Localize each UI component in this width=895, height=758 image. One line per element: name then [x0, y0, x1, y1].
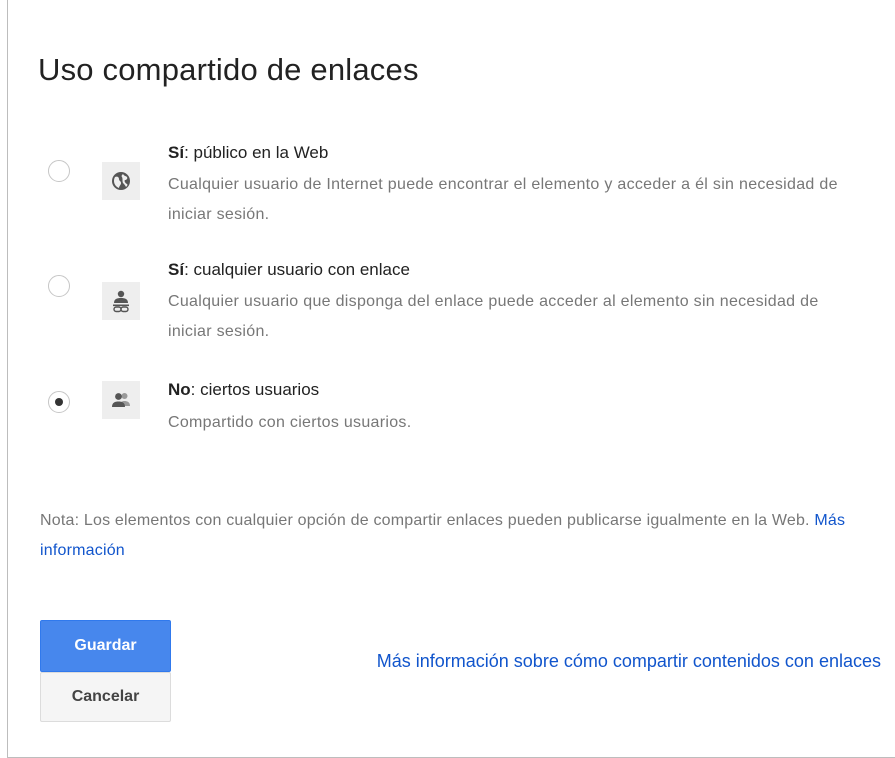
save-button[interactable]: Guardar	[40, 620, 171, 672]
option-title-bold: Sí	[168, 260, 185, 279]
option-title-bold: Sí	[168, 143, 185, 162]
option-description: Cualquier usuario de Internet puede enco…	[168, 176, 838, 223]
option-title: Sí: cualquier usuario con enlace	[168, 260, 410, 280]
option-title-rest: : cualquier usuario con enlace	[184, 260, 410, 279]
option-title: Sí: público en la Web	[168, 143, 328, 163]
cancel-button[interactable]: Cancelar	[40, 672, 171, 722]
sharing-help-link[interactable]: Más información sobre cómo compartir con…	[321, 647, 881, 675]
option-description: Cualquier usuario que disponga del enlac…	[168, 293, 819, 340]
globe-icon	[102, 162, 140, 200]
note-text: Nota: Los elementos con cualquier opción…	[40, 512, 815, 529]
option-title-rest: : ciertos usuarios	[190, 380, 320, 399]
person-link-icon	[102, 282, 140, 320]
option-title: No: ciertos usuarios	[168, 380, 319, 400]
sharing-note: Nota: Los elementos con cualquier opción…	[40, 506, 860, 566]
radio-specific-users[interactable]	[48, 391, 70, 413]
option-title-rest: : público en la Web	[184, 143, 329, 162]
option-description: Compartido con ciertos usuarios.	[168, 414, 412, 431]
option-title-bold: No	[168, 380, 191, 399]
radio-public[interactable]	[48, 160, 70, 182]
dialog-title: Uso compartido de enlaces	[38, 52, 419, 87]
radio-anyone-with-link[interactable]	[48, 275, 70, 297]
people-icon	[102, 381, 140, 419]
